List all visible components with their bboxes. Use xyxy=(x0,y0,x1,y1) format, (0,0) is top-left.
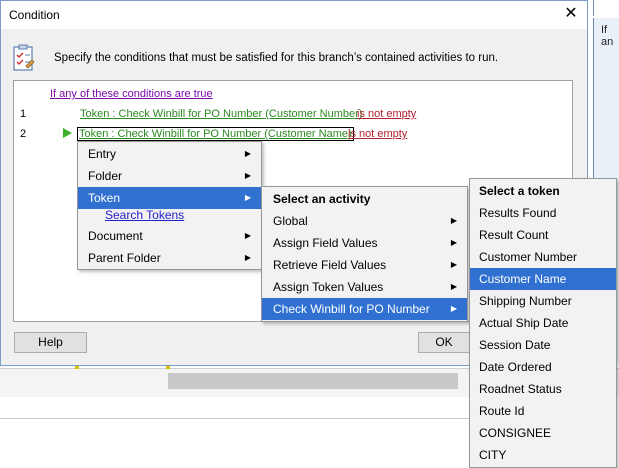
token-item[interactable]: Customer Name xyxy=(470,268,616,290)
ok-button[interactable]: OK xyxy=(418,332,470,353)
token-item[interactable]: CONSIGNEE xyxy=(470,422,616,444)
token-item[interactable]: Roadnet Status xyxy=(470,378,616,400)
checklist-icon xyxy=(13,44,35,71)
menu-item-label: Assign Token Values xyxy=(273,280,384,294)
submenu-arrow-icon: ▶ xyxy=(244,171,251,180)
menu-item-document[interactable]: Document ▶ xyxy=(78,225,261,247)
token-item[interactable]: CITY xyxy=(470,444,616,466)
menu-header: Select an activity xyxy=(273,192,371,206)
row-number: 2 xyxy=(20,128,27,140)
submenu-arrow-icon: ▶ xyxy=(450,282,457,291)
activity-menu: Select an activity Global ▶ Assign Field … xyxy=(261,186,468,322)
close-icon[interactable]: ✕ xyxy=(561,4,581,24)
background-panel-top xyxy=(593,0,619,16)
help-button[interactable]: Help xyxy=(14,332,87,353)
submenu-arrow-icon: ▶ xyxy=(450,216,457,225)
menu-item-check-winbill[interactable]: Check Winbill for PO Number ▶ xyxy=(262,298,467,320)
token-item[interactable]: Customer Number xyxy=(470,246,616,268)
menu-item-label: Global xyxy=(273,214,308,228)
submenu-arrow-icon: ▶ xyxy=(244,149,251,158)
submenu-arrow-icon: ▶ xyxy=(450,304,457,313)
menu-item-assign-token-values[interactable]: Assign Token Values ▶ xyxy=(262,276,467,298)
menu-item-retrieve-field-values[interactable]: Retrieve Field Values ▶ xyxy=(262,254,467,276)
menu-item-assign-field-values[interactable]: Assign Field Values ▶ xyxy=(262,232,467,254)
title-bar xyxy=(1,1,587,29)
menu-item-label: Retrieve Field Values xyxy=(273,258,387,272)
menu-item-token[interactable]: Token ▶ xyxy=(78,187,261,209)
condition-operator-link[interactable]: is not empty xyxy=(348,128,407,140)
menu-item-label: Document xyxy=(88,229,143,243)
token-item[interactable]: Date Ordered xyxy=(470,356,616,378)
condition-operator-link[interactable]: is not empty xyxy=(357,108,416,120)
submenu-arrow-icon: ▶ xyxy=(244,193,251,202)
token-item[interactable]: Result Count xyxy=(470,224,616,246)
menu-header: Select a token xyxy=(479,184,560,198)
submenu-arrow-icon: ▶ xyxy=(450,260,457,269)
play-arrow-icon xyxy=(63,128,72,138)
token-item[interactable]: Results Found xyxy=(470,202,616,224)
condition-token-link[interactable]: Token : Check Winbill for PO Number (Cus… xyxy=(77,127,354,141)
background-panel-text: If an xyxy=(601,24,614,48)
conditions-header-link[interactable]: If any of these conditions are true xyxy=(50,88,213,100)
token-item[interactable]: Session Date xyxy=(470,334,616,356)
menu-item-label: Assign Field Values xyxy=(273,236,378,250)
menu-item-label: Search Tokens xyxy=(105,208,185,222)
context-menu: Entry ▶ Folder ▶ Token ▶ Search Tokens Docu… xyxy=(77,141,262,270)
menu-item-label: Check Winbill for PO Number xyxy=(273,302,430,316)
horizontal-scrollbar[interactable] xyxy=(168,373,458,389)
background-marker xyxy=(166,366,170,369)
divider xyxy=(0,418,470,419)
token-item[interactable]: Actual Ship Date xyxy=(470,312,616,334)
menu-item-label: Folder xyxy=(88,169,123,183)
instruction-text: Specify the conditions that must be sati… xyxy=(54,52,499,64)
submenu-arrow-icon: ▶ xyxy=(450,238,457,247)
row-number: 1 xyxy=(20,108,27,120)
menu-item-entry[interactable]: Entry ▶ xyxy=(78,143,261,165)
menu-item-search-tokens[interactable]: Search Tokens xyxy=(78,208,261,226)
menu-item-parent-folder[interactable]: Parent Folder ▶ xyxy=(78,247,261,269)
submenu-arrow-icon: ▶ xyxy=(244,231,251,240)
background-marker xyxy=(75,366,79,369)
token-menu: Select a token Results Found Result Coun… xyxy=(469,178,617,468)
token-item[interactable]: Shipping Number xyxy=(470,290,616,312)
submenu-arrow-icon: ▶ xyxy=(244,253,251,262)
token-item[interactable]: Route Id xyxy=(470,400,616,422)
menu-item-global[interactable]: Global ▶ xyxy=(262,210,467,232)
menu-item-label: Parent Folder xyxy=(88,251,161,265)
dialog-title: Condition xyxy=(9,8,60,22)
menu-item-folder[interactable]: Folder ▶ xyxy=(78,165,261,187)
menu-item-label: Entry xyxy=(88,147,117,161)
menu-item-label: Token xyxy=(88,191,121,205)
condition-token-link[interactable]: Token : Check Winbill for PO Number (Cus… xyxy=(80,108,362,120)
